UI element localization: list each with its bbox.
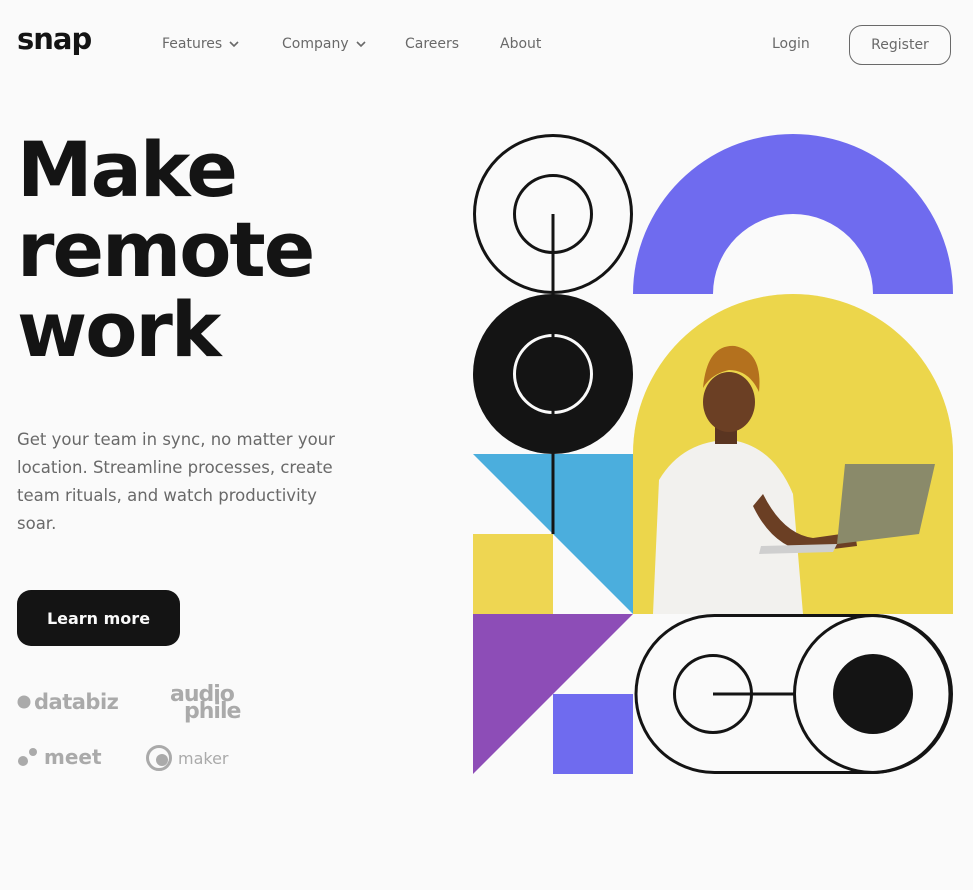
nav-careers[interactable]: Careers xyxy=(405,36,459,52)
databiz-wordmark: databiz xyxy=(34,690,119,714)
headline-line: remote xyxy=(17,205,315,294)
login-link[interactable]: Login xyxy=(772,36,810,52)
nav-company[interactable]: Company xyxy=(282,36,367,52)
hero-headline: Make remote work xyxy=(17,125,315,374)
client-logo-maker: maker xyxy=(146,745,229,771)
meet-wordmark: meet xyxy=(44,745,102,769)
nav-about[interactable]: About xyxy=(500,36,541,52)
nav-features[interactable]: Features xyxy=(162,36,240,52)
maker-swirl-icon xyxy=(146,745,172,771)
chevron-down-icon xyxy=(356,41,366,48)
maker-wordmark: maker xyxy=(178,748,229,768)
bottom-pill-toggle xyxy=(634,614,953,774)
client-logo-audiophile: audio phile xyxy=(170,684,241,723)
main-nav: Features Company Careers About Login xyxy=(0,36,973,56)
headline-line: work xyxy=(17,285,221,374)
hero-illustration xyxy=(473,134,953,774)
register-button[interactable]: Register xyxy=(849,25,951,65)
yellow-square xyxy=(473,534,553,614)
headline-line: Make xyxy=(17,125,238,214)
learn-more-button[interactable]: Learn more xyxy=(17,590,180,646)
databiz-dot-icon xyxy=(17,695,31,709)
chevron-down-icon xyxy=(229,41,239,48)
nav-features-label: Features xyxy=(162,36,223,52)
client-logo-meet: meet xyxy=(17,745,102,769)
hero-description: Get your team in sync, no matter your lo… xyxy=(17,430,335,533)
meet-dots-icon xyxy=(18,748,37,766)
person-with-laptop-photo xyxy=(633,294,953,614)
nav-company-label: Company xyxy=(282,36,349,52)
purple-arch xyxy=(633,134,953,294)
purple-square xyxy=(553,694,633,774)
client-logo-databiz: databiz xyxy=(17,690,119,714)
